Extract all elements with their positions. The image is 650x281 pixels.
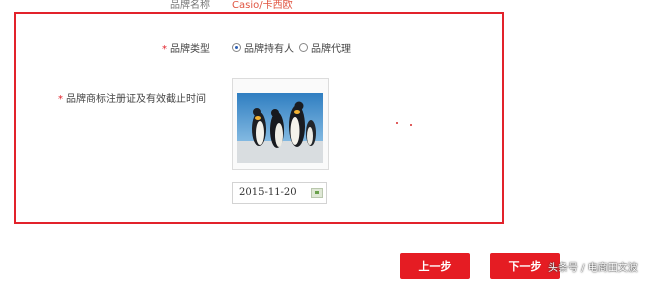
radio-brand-agent-label: 品牌代理 bbox=[311, 44, 351, 55]
radio-brand-agent[interactable]: 品牌代理 bbox=[299, 40, 351, 55]
decorative-dot bbox=[410, 124, 412, 126]
penguins-photo bbox=[237, 93, 323, 163]
radio-selected-icon[interactable] bbox=[232, 43, 241, 52]
brand-name-row: 品牌名称 Casio/卡西欧 bbox=[0, 0, 650, 12]
required-mark: * bbox=[162, 44, 167, 55]
prev-step-button[interactable]: 上一步 bbox=[400, 253, 470, 279]
decorative-dot bbox=[396, 122, 398, 124]
trademark-label-text: 品牌商标注册证及有效截止时间 bbox=[66, 94, 206, 105]
brand-type-label: * 品牌类型 bbox=[162, 40, 210, 55]
brand-name-value[interactable]: Casio/卡西欧 bbox=[232, 0, 293, 11]
calendar-icon[interactable] bbox=[311, 188, 323, 198]
radio-unselected-icon[interactable] bbox=[299, 43, 308, 52]
trademark-label: * 品牌商标注册证及有效截止时间 bbox=[58, 90, 206, 105]
radio-brand-owner-label: 品牌持有人 bbox=[244, 44, 294, 55]
radio-brand-owner[interactable]: 品牌持有人 bbox=[232, 40, 294, 55]
trademark-image-upload[interactable] bbox=[232, 78, 329, 170]
watermark: 头条号 / 电商田文波 bbox=[548, 263, 638, 274]
brand-name-label: 品牌名称 bbox=[170, 0, 210, 11]
expiry-date-field[interactable]: 2015-11-20 bbox=[232, 182, 327, 204]
brand-type-radio-group: 品牌持有人 品牌代理 bbox=[232, 40, 356, 55]
required-mark: * bbox=[58, 94, 63, 105]
brand-type-label-text: 品牌类型 bbox=[170, 44, 210, 55]
expiry-date-value: 2015-11-20 bbox=[239, 187, 297, 198]
